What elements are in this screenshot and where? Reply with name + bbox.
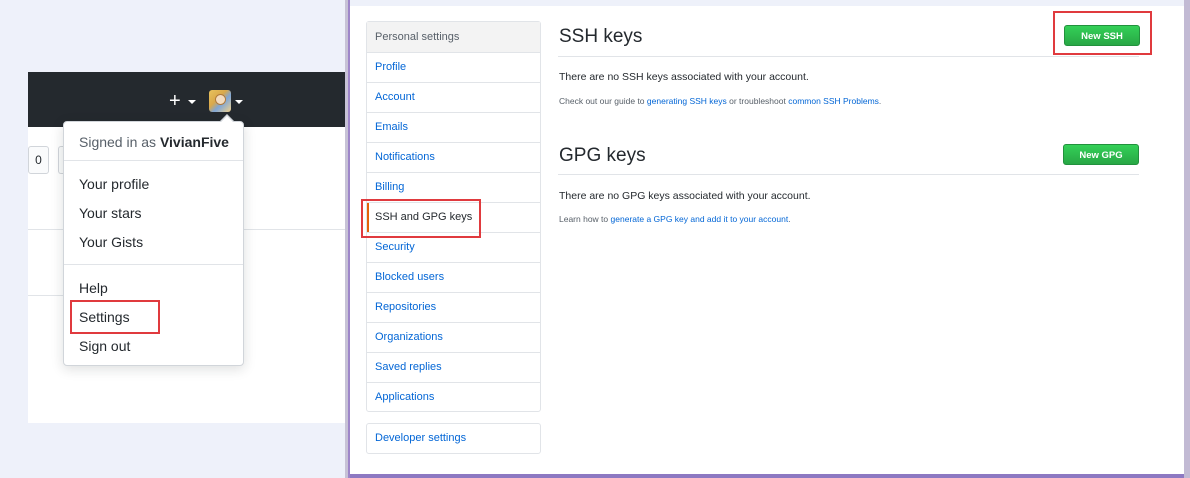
sidebar-item-developer-settings[interactable]: Developer settings [367,424,540,453]
developer-settings-menu: Developer settings [366,423,541,454]
ssh-empty-message: There are no SSH keys associated with yo… [559,71,809,83]
ssh-keys-title: SSH keys [559,26,643,47]
sidebar-item-blocked-users[interactable]: Blocked users [367,263,540,293]
sidebar-item-emails[interactable]: Emails [367,113,540,143]
generate-gpg-key-link[interactable]: generate a GPG key and add it to your ac… [611,214,789,224]
dropdown-item-sign-out[interactable]: Sign out [79,338,130,354]
settings-highlight-box [70,300,160,334]
common-ssh-problems-link[interactable]: common SSH Problems [788,96,879,106]
username: VivianFive [159,134,229,150]
dropdown-item-your-profile[interactable]: Your profile [79,176,149,192]
sidebar-item-notifications[interactable]: Notifications [367,143,540,173]
window-border-bottom [350,474,1184,478]
sidebar-heading: Personal settings [367,22,540,53]
avatar[interactable] [209,90,231,112]
sidebar-item-applications[interactable]: Applications [367,383,540,412]
ssh-help-text: Check out our guide to generating SSH ke… [559,96,881,106]
ssh-gpg-highlight-box [361,199,481,238]
github-header-bar [28,72,345,127]
gpg-help-suffix: . [788,214,791,224]
window-border-left-accent [348,0,350,478]
window-top-strip [350,0,1184,6]
gpg-help-text: Learn how to generate a GPG key and add … [559,214,791,224]
signed-in-prefix: Signed in as [79,134,157,150]
content-divider [28,295,68,296]
new-gpg-key-button[interactable]: New GPG key [1063,144,1139,182]
counter-box[interactable]: 0 [28,146,49,174]
sidebar-item-repositories[interactable]: Repositories [367,293,540,323]
ssh-section-rule [558,56,1139,57]
gpg-keys-title: GPG keys [559,145,646,166]
ssh-help-mid: or troubleshoot [729,96,786,106]
avatar-caret-icon[interactable] [235,100,243,104]
dropdown-item-your-gists[interactable]: Your Gists [79,234,143,250]
new-ssh-key-highlight-box [1053,11,1152,55]
ssh-help-suffix: . [878,96,882,106]
ssh-help-prefix: Check out our guide to [559,96,645,106]
generating-ssh-keys-link[interactable]: generating SSH keys [647,96,727,106]
dropdown-item-help[interactable]: Help [79,280,108,296]
sidebar-item-account[interactable]: Account [367,83,540,113]
plus-icon[interactable]: + [169,91,181,111]
dropdown-divider [64,160,243,161]
sidebar-item-saved-replies[interactable]: Saved replies [367,353,540,383]
dropdown-item-your-stars[interactable]: Your stars [79,205,142,221]
gpg-help-prefix: Learn how to [559,214,609,224]
sidebar-item-organizations[interactable]: Organizations [367,323,540,353]
sidebar-item-profile[interactable]: Profile [367,53,540,83]
window-border-right [1184,0,1190,478]
dropdown-divider [64,264,243,265]
gpg-empty-message: There are no GPG keys associated with yo… [559,190,811,202]
signed-in-label: Signed in as VivianFive [79,134,229,150]
gpg-section-rule [558,174,1139,175]
plus-caret-icon[interactable] [188,100,196,104]
